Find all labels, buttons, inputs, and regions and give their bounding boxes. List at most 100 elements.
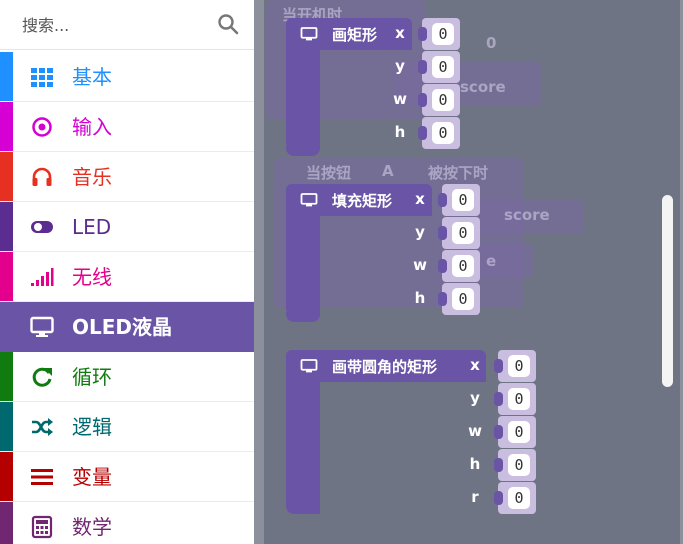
param-label: h	[394, 123, 406, 141]
ghost-score-dropdown: score	[504, 206, 550, 224]
param-value-input[interactable]: 0	[452, 222, 474, 244]
param-row-x: x 0	[286, 350, 536, 382]
category-led[interactable]: LED	[0, 202, 254, 252]
param-label: x	[395, 24, 405, 42]
category-color-bar	[0, 402, 13, 451]
param-value-input[interactable]: 0	[452, 288, 474, 310]
socket-notch	[494, 458, 503, 472]
category-label: 基本	[72, 65, 112, 89]
param-row-w: w 0	[286, 416, 536, 448]
param-row-y: y 0	[286, 51, 466, 83]
param-socket: 0	[438, 184, 480, 216]
category-math[interactable]: 数学	[0, 502, 254, 544]
category-label: 变量	[72, 465, 112, 489]
category-label: 无线	[72, 265, 112, 289]
category-color-bar	[0, 252, 13, 301]
param-label: y	[395, 57, 405, 75]
draw-rectangle-block[interactable]: 画矩形 x 0 y 0 w 0 h 0	[286, 18, 486, 158]
monitor-icon	[30, 316, 54, 337]
category-logic[interactable]: 逻辑	[0, 402, 254, 452]
category-color-bar	[0, 302, 13, 351]
category-color-bar	[0, 352, 13, 401]
category-basic[interactable]: 基本	[0, 52, 254, 102]
category-label: 逻辑	[72, 415, 112, 439]
block-tail	[286, 146, 320, 156]
category-loops[interactable]: 循环	[0, 352, 254, 402]
category-music[interactable]: 音乐	[0, 152, 254, 202]
category-radio[interactable]: 无线	[0, 252, 254, 302]
param-value-input[interactable]: 0	[508, 421, 530, 443]
socket-notch	[418, 93, 427, 107]
toolbox: 基本 输入 音乐 LED 无线	[0, 0, 254, 544]
category-color-bar	[0, 102, 13, 151]
category-label: 输入	[72, 115, 112, 139]
param-label: r	[471, 488, 479, 506]
refresh-icon	[32, 367, 52, 387]
param-value-input[interactable]: 0	[508, 454, 530, 476]
grid-icon	[31, 68, 53, 87]
signal-bars-icon	[31, 268, 54, 286]
param-value-input[interactable]: 0	[508, 355, 530, 377]
ghost-pressed-label: 被按下时	[428, 164, 489, 182]
param-socket: 0	[418, 18, 460, 50]
draw-rounded-rectangle-block[interactable]: 画带圆角的矩形 x 0 y 0 w 0 h 0 r 0	[286, 350, 546, 522]
param-value-input[interactable]: 0	[452, 255, 474, 277]
socket-notch	[494, 425, 503, 439]
shuffle-icon	[32, 418, 53, 436]
socket-notch	[438, 226, 447, 240]
socket-notch	[494, 359, 503, 373]
param-value-input[interactable]: 0	[452, 189, 474, 211]
ghost-on-button-label: 当按钮	[306, 164, 352, 182]
param-row-y: y 0	[286, 217, 486, 249]
param-socket: 0	[418, 51, 460, 83]
ghost-button-dropdown: A	[382, 162, 394, 180]
workspace[interactable]: 当开机时 0 score 当按钮 A 被按下时 score e 画矩形 x 0 …	[254, 0, 683, 544]
param-socket: 0	[418, 84, 460, 116]
param-row-w: w 0	[286, 250, 486, 282]
fill-rectangle-block[interactable]: 填充矩形 x 0 y 0 w 0 h 0	[286, 184, 506, 324]
vertical-scrollbar[interactable]	[662, 195, 673, 387]
param-label: w	[468, 422, 482, 440]
param-label: x	[470, 356, 480, 374]
category-variables[interactable]: 变量	[0, 452, 254, 502]
param-label: w	[393, 90, 407, 108]
socket-notch	[494, 491, 503, 505]
param-socket: 0	[494, 482, 536, 514]
search-input[interactable]	[0, 0, 210, 50]
param-socket: 0	[418, 117, 460, 149]
search-icon[interactable]	[216, 12, 240, 36]
param-value-input[interactable]: 0	[432, 56, 454, 78]
category-color-bar	[0, 502, 13, 544]
param-socket: 0	[438, 283, 480, 315]
param-socket: 0	[494, 449, 536, 481]
param-value-input[interactable]: 0	[432, 122, 454, 144]
param-row-x: x 0	[286, 184, 486, 216]
category-label: 数学	[72, 515, 112, 539]
param-socket: 0	[494, 350, 536, 382]
param-socket: 0	[494, 383, 536, 415]
search-box	[0, 0, 254, 50]
param-value-input[interactable]: 0	[432, 23, 454, 45]
param-row-r: r 0	[286, 482, 536, 514]
category-color-bar	[0, 202, 13, 251]
param-value-input[interactable]: 0	[508, 388, 530, 410]
socket-notch	[438, 292, 447, 306]
param-row-y: y 0	[286, 383, 536, 415]
param-row-h: h 0	[286, 449, 536, 481]
category-oled[interactable]: OLED液晶	[0, 302, 254, 352]
socket-notch	[418, 60, 427, 74]
category-input[interactable]: 输入	[0, 102, 254, 152]
category-color-bar	[0, 452, 13, 501]
socket-notch	[494, 392, 503, 406]
param-row-h: h 0	[286, 117, 466, 149]
target-icon	[32, 117, 52, 137]
param-label: w	[413, 256, 427, 274]
calculator-icon	[31, 515, 53, 539]
param-label: h	[414, 289, 426, 307]
param-value-input[interactable]: 0	[508, 487, 530, 509]
param-value-input[interactable]: 0	[432, 89, 454, 111]
toggle-icon	[31, 221, 53, 233]
headphones-icon	[32, 167, 52, 186]
category-label: OLED液晶	[72, 315, 173, 339]
param-row-h: h 0	[286, 283, 486, 315]
